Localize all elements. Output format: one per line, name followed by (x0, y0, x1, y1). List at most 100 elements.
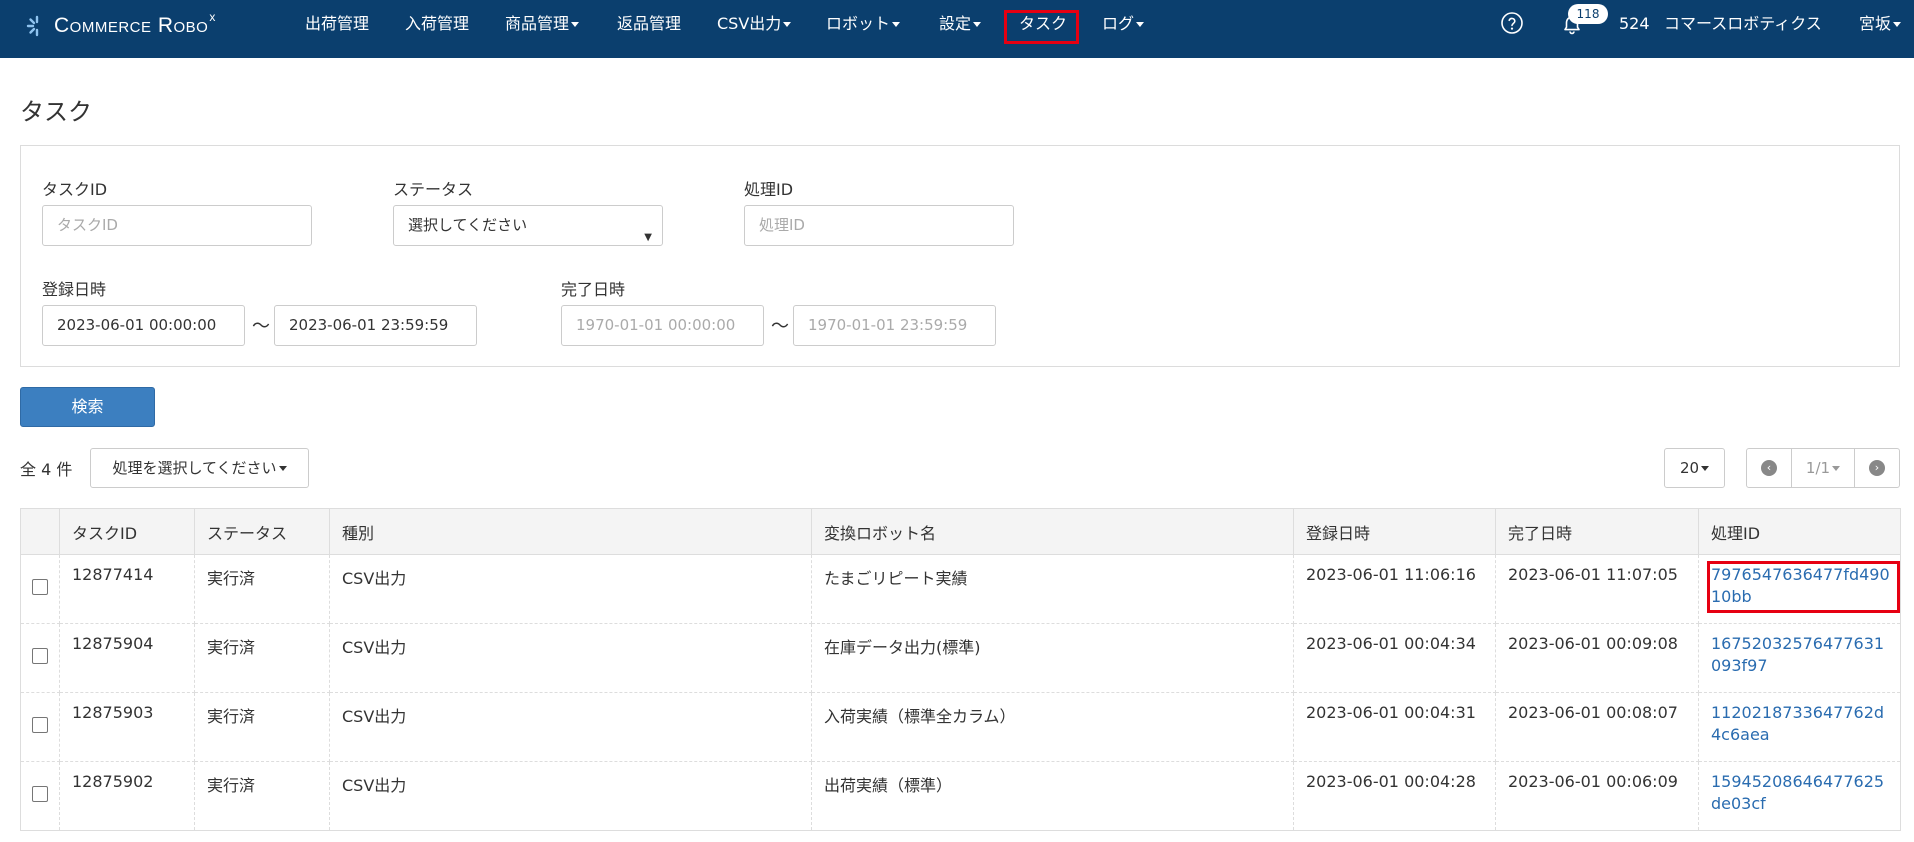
robot-name-cell: 在庫データ出力(標準) (811, 623, 1294, 693)
registered-cell: 2023-06-01 11:06:16 (1293, 554, 1496, 624)
status-cell: 実行済 (194, 623, 330, 693)
completed-cell: 2023-06-01 00:08:07 (1495, 692, 1699, 762)
column-header[interactable]: 変換ロボット名 (811, 508, 1294, 555)
bulk-action-select[interactable]: 処理を選択してください (90, 448, 309, 488)
prev-page-button[interactable]: ‹ (1747, 449, 1791, 487)
registered-from-input[interactable]: 2023-06-01 00:00:00 (42, 305, 245, 346)
nav-products[interactable]: 商品管理 (505, 12, 580, 36)
registered-cell: 2023-06-01 00:04:31 (1293, 692, 1496, 762)
process-id-link[interactable]: 15945208646477625de03cf (1711, 772, 1884, 813)
status-select[interactable]: 選択してください ▼ (393, 205, 663, 246)
column-header[interactable]: 完了日時 (1495, 508, 1699, 555)
row-checkbox[interactable] (32, 579, 48, 595)
chevron-down-icon (783, 22, 792, 27)
status-select-value: 選択してください (408, 216, 528, 234)
row-select-cell (20, 623, 60, 693)
task-id-cell: 12877414 (59, 554, 195, 624)
completed-cell: 2023-06-01 00:09:08 (1495, 623, 1699, 693)
completed-date-label: 完了日時 (561, 280, 626, 299)
nav-receiving[interactable]: 入荷管理 (405, 12, 469, 36)
next-page-button[interactable]: › (1855, 449, 1899, 487)
pagination: ‹ 1/1 › (1746, 448, 1900, 488)
table-row: 12875904 実行済 CSV出力 在庫データ出力(標準) 2023-06-0… (20, 623, 1901, 693)
nav-csv-export[interactable]: CSV出力 (717, 12, 792, 36)
select-all-header (20, 508, 60, 555)
nav-csv-export-label: CSV出力 (717, 14, 782, 33)
process-id-label: 処理ID (744, 180, 794, 199)
process-id-link[interactable]: 7976547636477fd49010bb (1711, 565, 1890, 606)
completed-cell: 2023-06-01 00:06:09 (1495, 761, 1699, 831)
chevron-down-icon (278, 466, 287, 471)
task-id-cell: 12875904 (59, 623, 195, 693)
robot-name-cell: 出荷実績（標準） (811, 761, 1294, 831)
chevron-left-icon: ‹ (1761, 460, 1777, 476)
logo-mark: x (209, 10, 216, 24)
nav-receiving-label: 入荷管理 (405, 14, 470, 33)
nav-settings[interactable]: 設定 (939, 12, 982, 36)
top-navbar: Commerce Robo x 出荷管理 入荷管理 商品管理 返品管理 CSV出力… (0, 0, 1914, 58)
page-size-select[interactable]: 20 (1664, 448, 1725, 488)
table-row: 12875903 実行済 CSV出力 入荷実績（標準全カラム） 2023-06-… (20, 692, 1901, 762)
registered-to-input[interactable]: 2023-06-01 23:59:59 (274, 305, 477, 346)
process-id-cell: 1120218733647762d4c6aea (1698, 692, 1901, 762)
row-select-cell (20, 692, 60, 762)
type-cell: CSV出力 (329, 761, 812, 831)
registered-cell: 2023-06-01 00:04:34 (1293, 623, 1496, 693)
user-name: 宮坂 (1859, 14, 1892, 33)
process-id-link[interactable]: 1120218733647762d4c6aea (1711, 703, 1884, 744)
nav-products-label: 商品管理 (505, 14, 570, 33)
nav-shipping[interactable]: 出荷管理 (305, 12, 369, 36)
chevron-down-icon (1832, 465, 1841, 471)
type-cell: CSV出力 (329, 692, 812, 762)
nav-returns[interactable]: 返品管理 (617, 12, 681, 36)
bulk-action-label: 処理を選択してください (112, 459, 277, 477)
chevron-down-icon (973, 22, 982, 27)
completed-from-input[interactable]: 1970-01-01 00:00:00 (561, 305, 764, 346)
type-cell: CSV出力 (329, 554, 812, 624)
column-header[interactable]: 処理ID (1698, 508, 1901, 555)
company-name: コマースロボティクス (1664, 14, 1822, 33)
registered-date-label: 登録日時 (42, 280, 107, 299)
row-checkbox[interactable] (32, 717, 48, 733)
commerce-robo-logo[interactable]: Commerce Robo x (26, 10, 216, 41)
nav-tasks-highlight (1004, 10, 1079, 44)
chevron-down-icon (571, 22, 580, 27)
task-id-input[interactable]: タスクID (42, 205, 312, 246)
nav-robot-label: ロボット (826, 14, 891, 33)
column-header[interactable]: 登録日時 (1293, 508, 1496, 555)
process-id-link[interactable]: 16752032576477631093f97 (1711, 634, 1884, 675)
help-icon[interactable] (1500, 11, 1524, 35)
search-panel: タスクID タスクID ステータス 選択してください ▼ 処理ID 処理ID 登… (20, 145, 1900, 367)
column-header[interactable]: 種別 (329, 508, 812, 555)
notification-badge: 118 (1568, 4, 1608, 24)
status-cell: 実行済 (194, 554, 330, 624)
chevron-down-icon (892, 22, 901, 27)
task-table: タスクID ステータス 種別 変換ロボット名 登録日時 完了日時 処理ID 12… (20, 508, 1901, 831)
robot-name-cell: 入荷実績（標準全カラム） (811, 692, 1294, 762)
task-id-cell: 12875902 (59, 761, 195, 831)
nav-robot[interactable]: ロボット (826, 12, 901, 36)
column-header[interactable]: タスクID (59, 508, 195, 555)
nav-settings-label: 設定 (939, 14, 972, 33)
page-size-label: 20 (1679, 459, 1700, 477)
logo-text: Commerce Robo (54, 14, 209, 37)
status-label: ステータス (393, 180, 474, 199)
task-id-cell: 12875903 (59, 692, 195, 762)
task-id-label: タスクID (42, 180, 108, 199)
search-button[interactable]: 検索 (20, 387, 155, 427)
logo-mark-icon (26, 15, 39, 37)
chevron-down-icon (1701, 466, 1710, 471)
registered-cell: 2023-06-01 00:04:28 (1293, 761, 1496, 831)
nav-shipping-label: 出荷管理 (305, 14, 370, 33)
chevron-right-icon: › (1869, 460, 1885, 476)
nav-logs-label: ログ (1102, 14, 1135, 33)
table-row: 12875902 実行済 CSV出力 出荷実績（標準） 2023-06-01 0… (20, 761, 1901, 831)
page-indicator[interactable]: 1/1 (1791, 449, 1855, 487)
row-checkbox[interactable] (32, 648, 48, 664)
process-id-input[interactable]: 処理ID (744, 205, 1014, 246)
user-menu[interactable]: 宮坂 (1859, 12, 1902, 36)
completed-to-input[interactable]: 1970-01-01 23:59:59 (793, 305, 996, 346)
nav-logs[interactable]: ログ (1102, 12, 1145, 36)
column-header[interactable]: ステータス (194, 508, 330, 555)
row-checkbox[interactable] (32, 786, 48, 802)
